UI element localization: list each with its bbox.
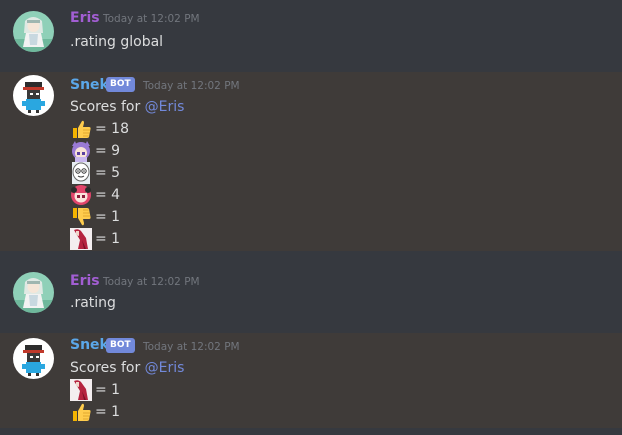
rating-row: = 18 (70, 118, 129, 140)
rating-row: = 1 (70, 379, 120, 401)
message-timestamp: Today at 12:02 PM (103, 13, 200, 25)
message-author[interactable]: Snek (70, 337, 109, 353)
message-content: .rating (70, 295, 116, 311)
message-group: Snek BOT Today at 12:02 PM Scores for @E… (0, 72, 622, 251)
rating-count: = 9 (95, 143, 121, 159)
rating-count: = 4 (95, 187, 121, 203)
red-dress-character-emoji (70, 379, 92, 401)
rating-row: = 1 (70, 228, 120, 250)
bot-avatar[interactable] (13, 75, 54, 116)
white-blob-face-emoji (70, 162, 92, 184)
user-avatar[interactable] (13, 272, 54, 313)
rating-count: = 18 (95, 121, 129, 137)
thumbs-up-emoji (70, 401, 92, 423)
rating-count: = 1 (95, 209, 121, 225)
rating-row: = 4 (70, 184, 120, 206)
rating-row: = 1 (70, 401, 120, 423)
bot-avatar[interactable] (13, 338, 54, 379)
message-author[interactable]: Eris (70, 10, 100, 26)
rating-count: = 1 (95, 231, 121, 247)
rating-row: = 5 (70, 162, 120, 184)
rating-row: = 1 (70, 206, 120, 228)
message-group: Snek BOT Today at 12:02 PM Scores for @E… (0, 333, 622, 428)
scores-line: Scores for @Eris (70, 99, 184, 115)
message-timestamp: Today at 12:02 PM (143, 80, 240, 92)
chat-messages: Eris Today at 12:02 PM .rating global Sn… (0, 0, 622, 435)
red-dress-character-emoji (70, 228, 92, 250)
user-avatar[interactable] (13, 11, 54, 52)
message-group: Eris Today at 12:02 PM .rating (0, 262, 622, 322)
user-mention[interactable]: @Eris (145, 99, 185, 115)
scores-prefix: Scores for (70, 360, 145, 376)
message-author[interactable]: Snek (70, 77, 109, 93)
bot-tag: BOT (106, 77, 135, 92)
user-mention[interactable]: @Eris (145, 360, 185, 376)
thumbs-up-emoji (70, 118, 92, 140)
bot-tag: BOT (106, 338, 135, 353)
scores-line: Scores for @Eris (70, 360, 184, 376)
rating-count: = 5 (95, 165, 121, 181)
rating-count: = 1 (95, 382, 121, 398)
rating-count: = 1 (95, 404, 121, 420)
rating-row: = 9 (70, 140, 120, 162)
pink-hair-girl-emoji (70, 184, 92, 206)
message-author[interactable]: Eris (70, 273, 100, 289)
message-timestamp: Today at 12:02 PM (103, 276, 200, 288)
thumbs-down-emoji (70, 206, 92, 228)
message-content: .rating global (70, 34, 164, 50)
message-group: Eris Today at 12:02 PM .rating global (0, 0, 622, 62)
purple-hair-girl-emoji (70, 140, 92, 162)
scores-prefix: Scores for (70, 99, 145, 115)
message-timestamp: Today at 12:02 PM (143, 341, 240, 353)
